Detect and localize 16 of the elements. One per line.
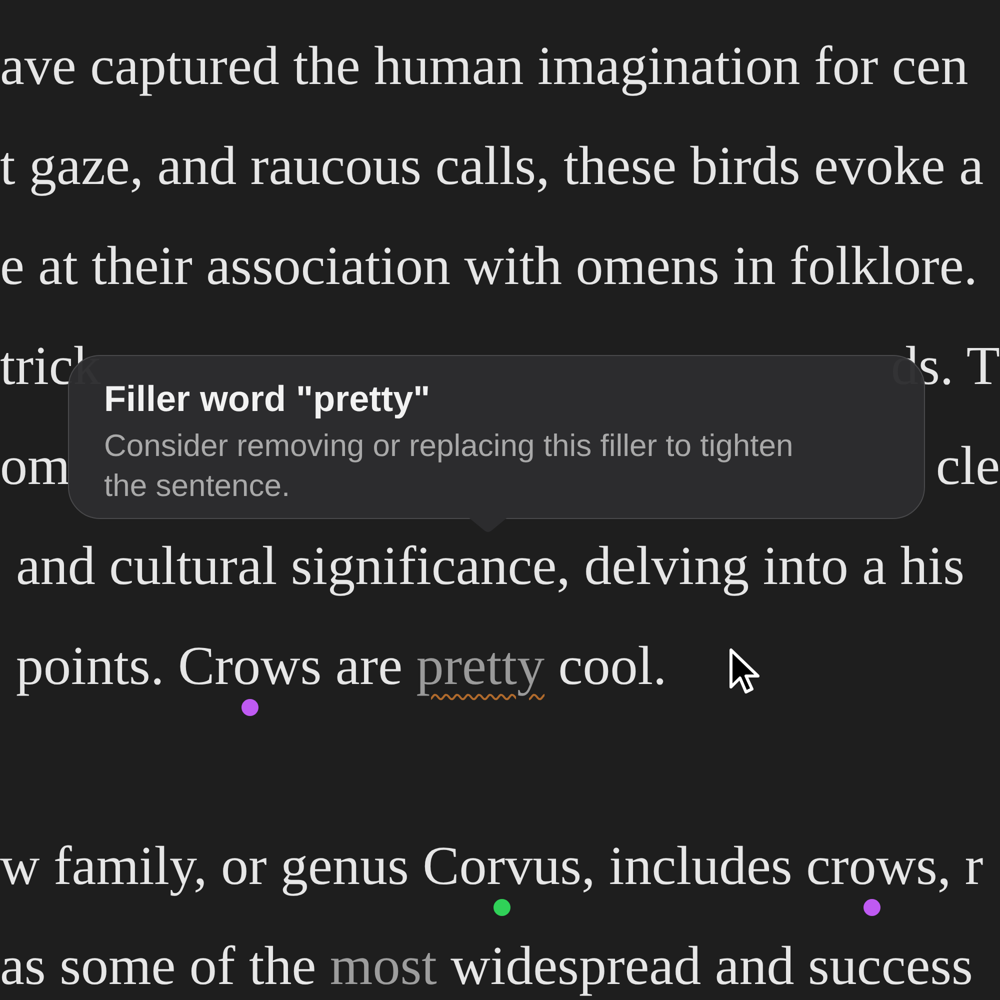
body-text: ds. T: [890, 338, 1000, 392]
body-text: , r: [937, 838, 984, 892]
body-text: e at their association with omens in folklore.: [0, 238, 978, 292]
highlighted-word: most: [330, 938, 437, 992]
tooltip-title: Filler word "pretty": [104, 378, 432, 420]
body-text: cle: [936, 438, 1000, 492]
body-text: om: [0, 438, 70, 492]
body-text: , includes: [582, 838, 794, 892]
tooltip-text: Consider removing or replacing this filler to tighten the sentence.: [104, 427, 794, 505]
body-text: cool.: [557, 638, 667, 692]
body-text: Corvus: [422, 838, 582, 892]
body-text: trick: [0, 338, 101, 392]
body-text: are: [334, 638, 404, 692]
body-text: as some of the: [0, 938, 318, 992]
body-text: crows: [806, 838, 938, 892]
body-text: Crows: [178, 638, 322, 692]
